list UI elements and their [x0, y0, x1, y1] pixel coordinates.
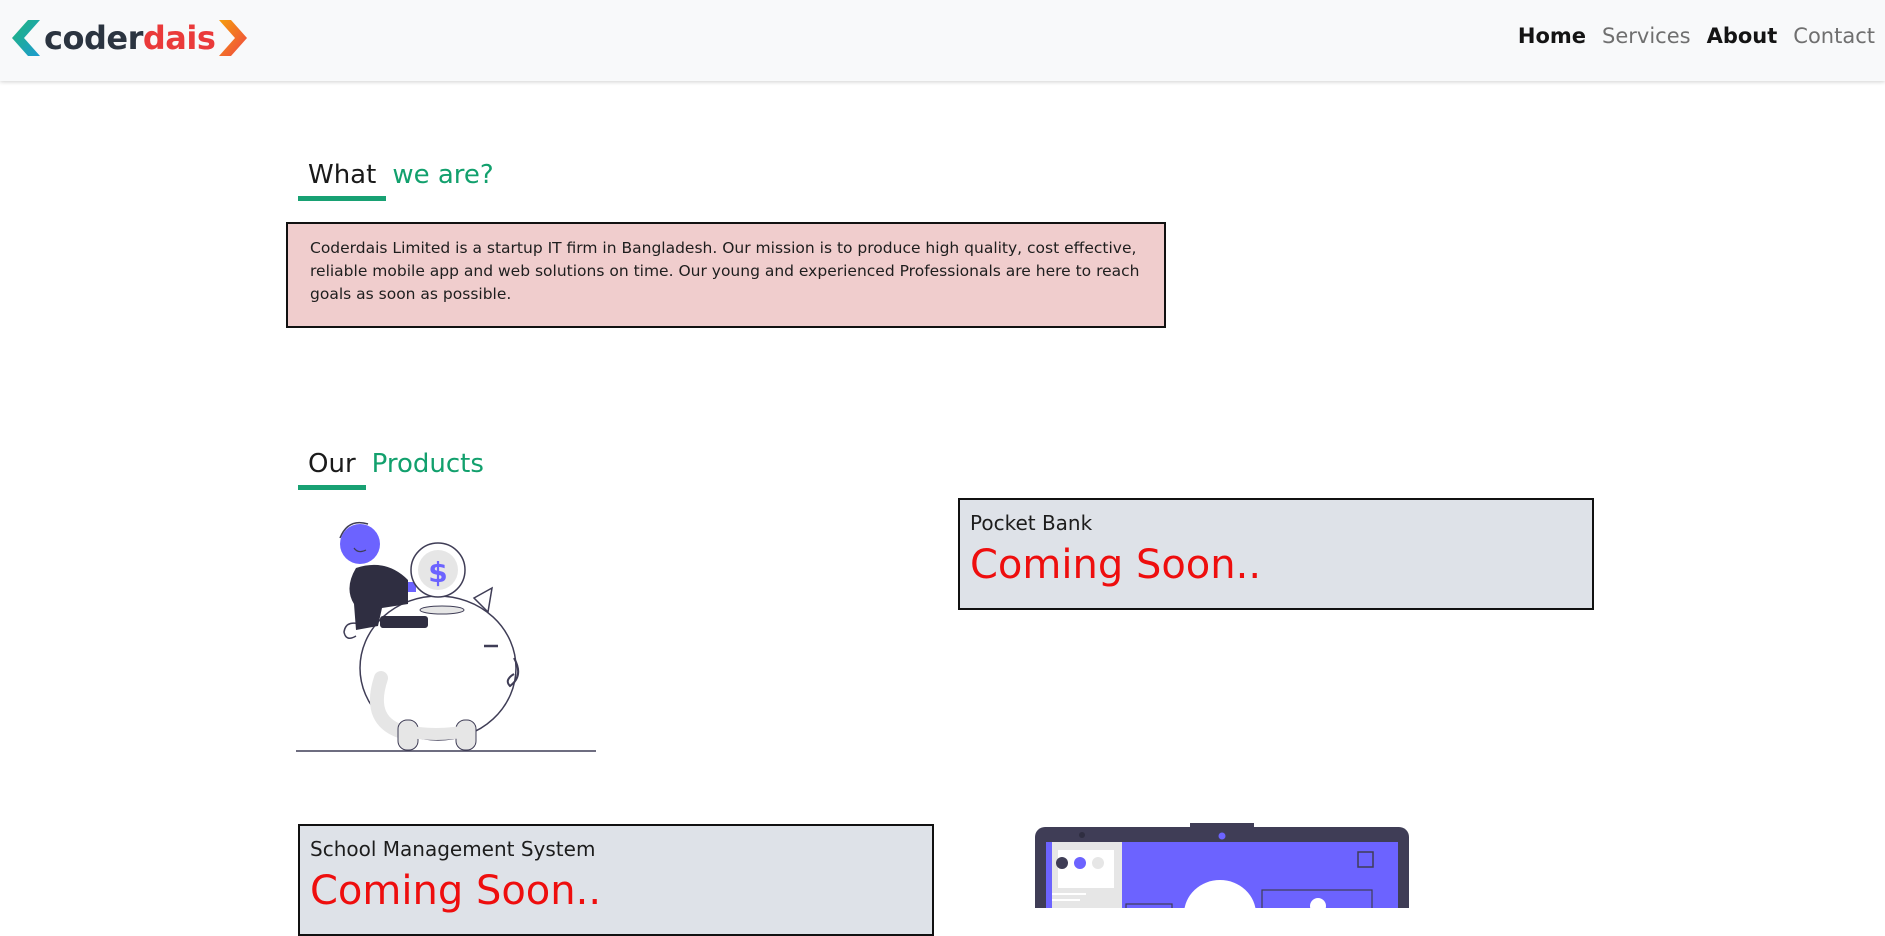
- product-status: Coming Soon..: [310, 868, 602, 914]
- nav-services-link[interactable]: Services: [1594, 22, 1699, 50]
- about-description-box: Coderdais Limited is a startup IT firm i…: [286, 222, 1166, 328]
- about-title-word1: What: [298, 160, 387, 201]
- product-name: Pocket Bank: [970, 511, 1093, 535]
- product-status: Coming Soon..: [970, 542, 1262, 588]
- about-section-title: What we are?: [298, 160, 494, 201]
- brand-text-coder: coder: [44, 19, 143, 57]
- about-title-word2: we are?: [392, 160, 494, 190]
- products-title-word1: Our: [298, 449, 366, 490]
- brand-text-dais: dais: [142, 19, 216, 57]
- brand-logo[interactable]: coderdais: [12, 16, 248, 60]
- top-navbar: coderdais Home Services About Contact: [0, 0, 1885, 81]
- piggy-bank-illustration: $: [296, 521, 596, 752]
- about-description-text: Coderdais Limited is a startup IT firm i…: [310, 239, 1140, 303]
- products-section-title: Our Products: [298, 449, 484, 490]
- nav-contact-link[interactable]: Contact: [1785, 22, 1883, 50]
- nav-home-link[interactable]: Home: [1510, 22, 1594, 50]
- laptop-illustration: [1035, 823, 1409, 908]
- product-card-pocket-bank[interactable]: Pocket Bank Coming Soon..: [958, 498, 1594, 610]
- main-nav: Home Services About Contact: [1510, 22, 1883, 50]
- brand-left-chevron-icon: [12, 20, 40, 56]
- brand-right-chevron-icon: [219, 20, 248, 56]
- nav-about-link[interactable]: About: [1699, 22, 1786, 50]
- product-card-school-management[interactable]: School Management System Coming Soon..: [298, 824, 934, 936]
- products-title-word2: Products: [371, 449, 484, 479]
- product-name: School Management System: [310, 837, 596, 861]
- svg-text:$: $: [428, 556, 447, 589]
